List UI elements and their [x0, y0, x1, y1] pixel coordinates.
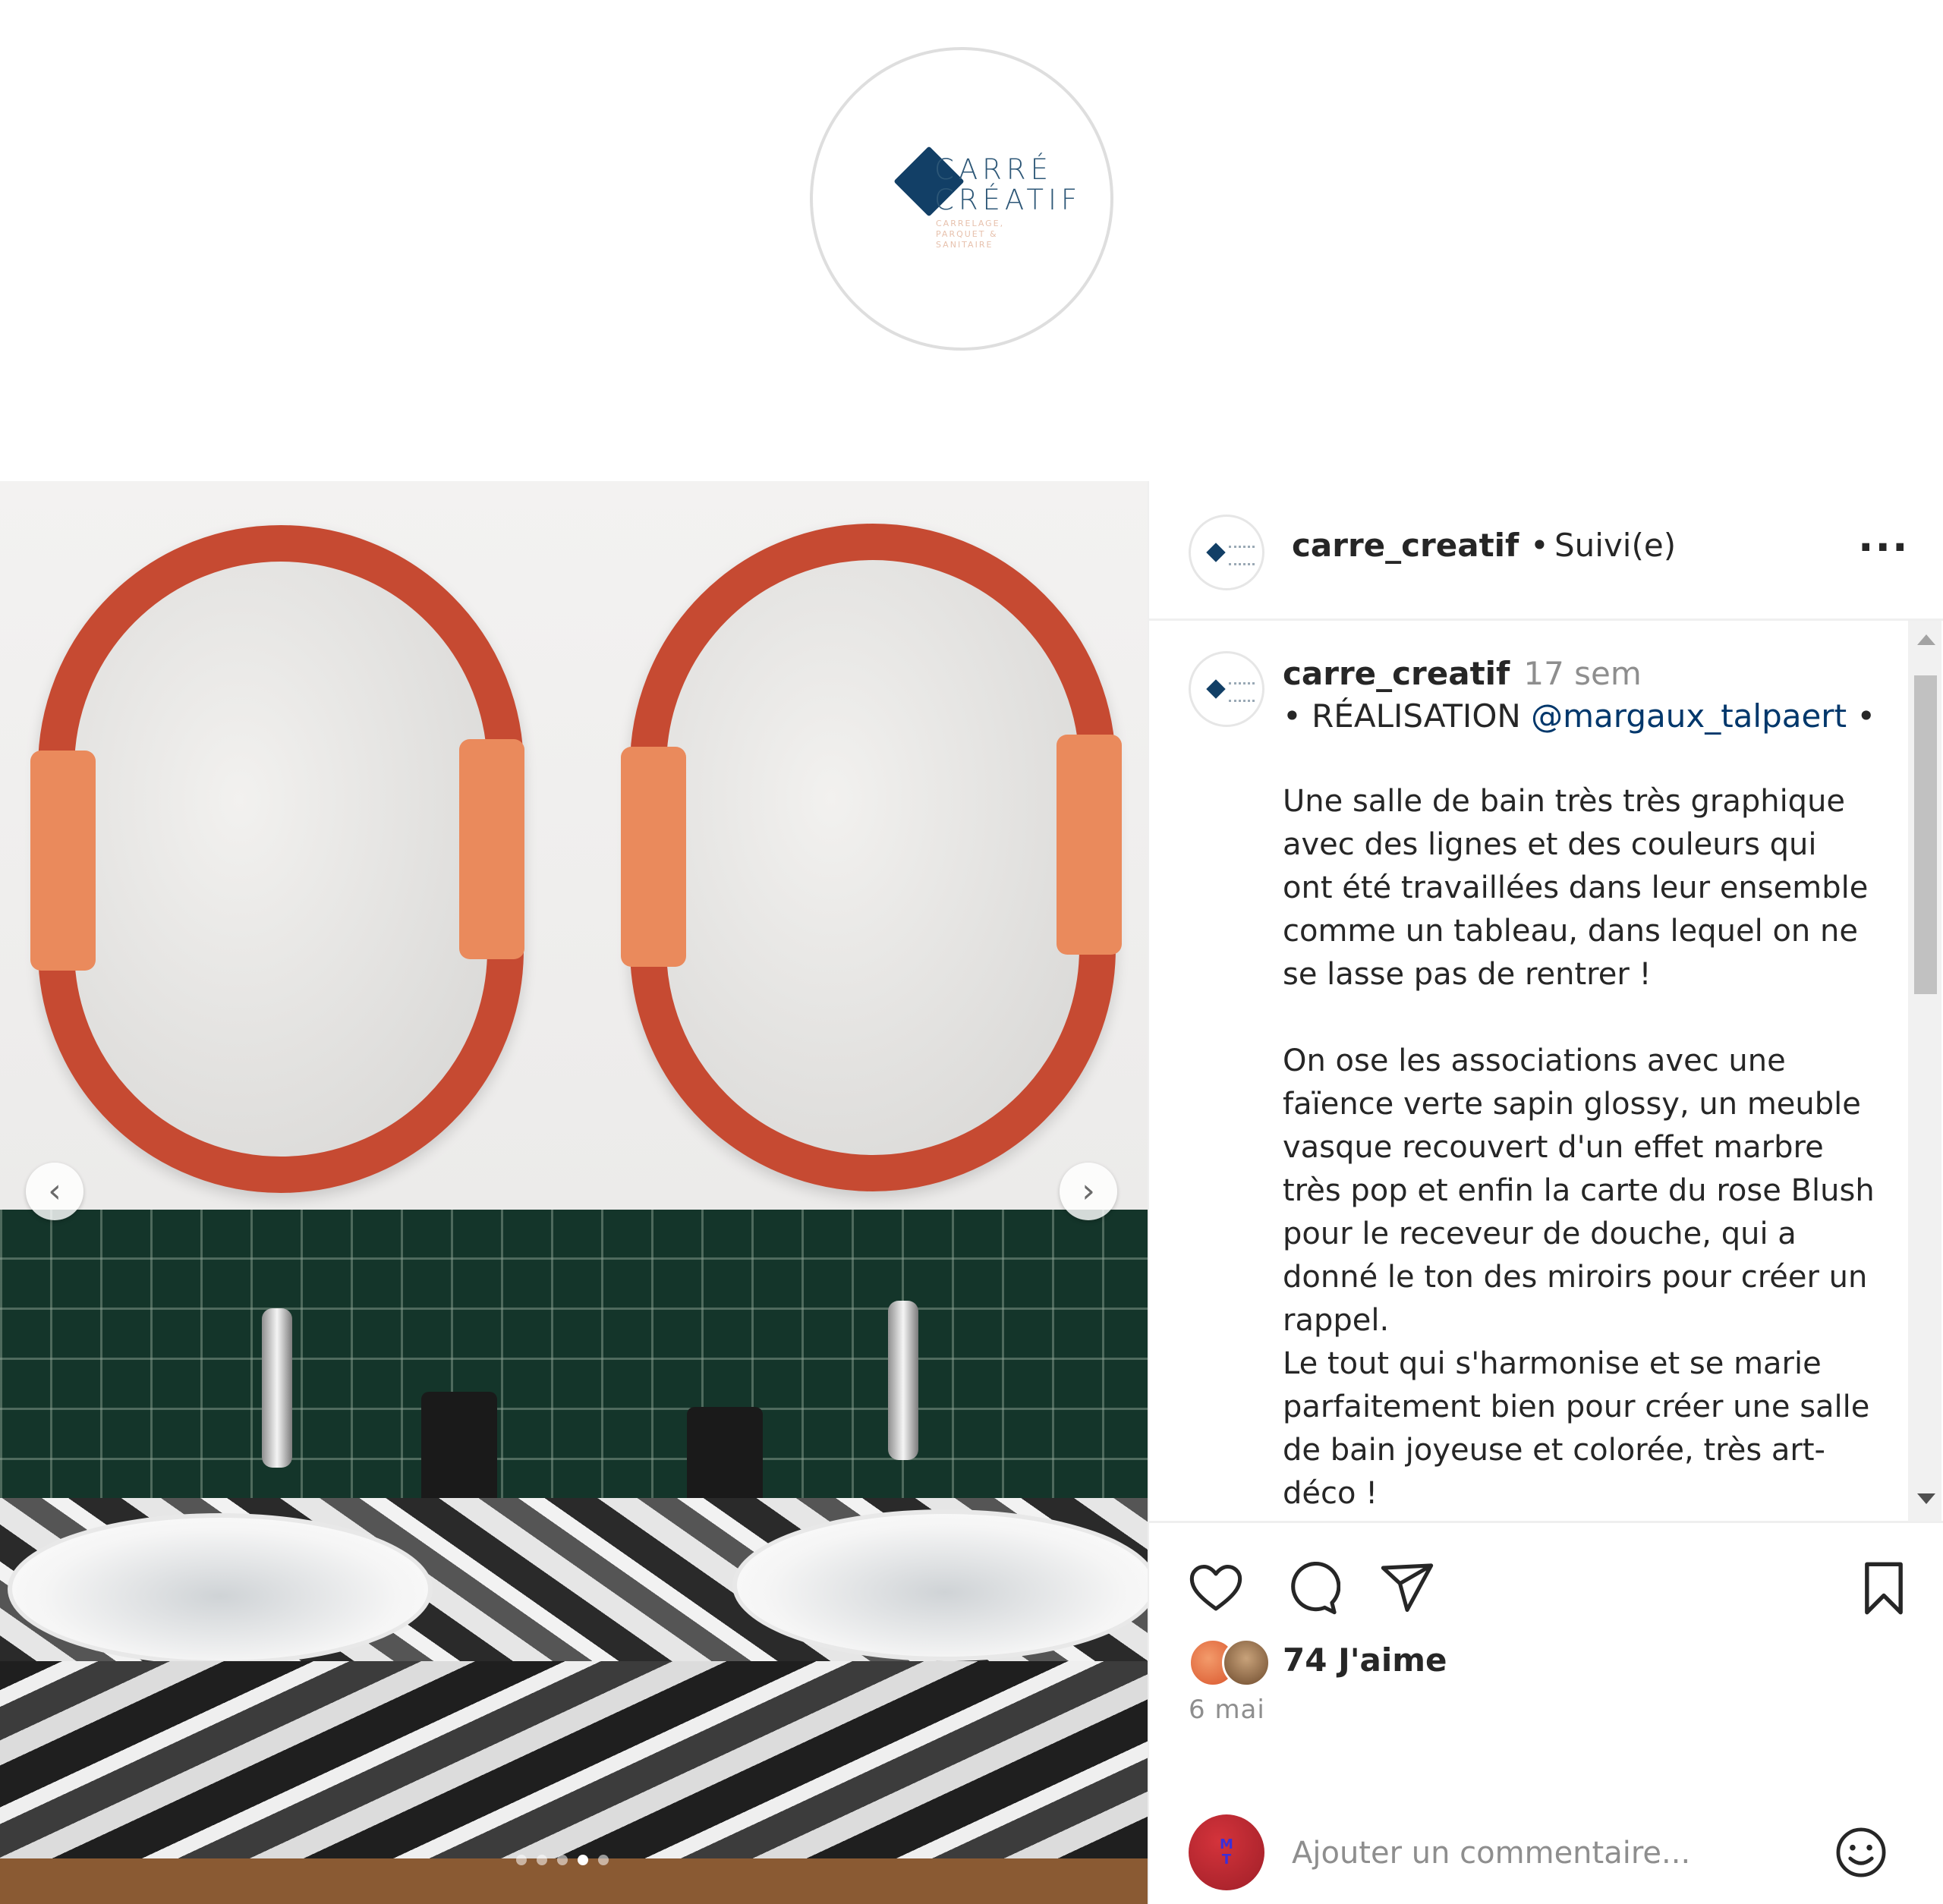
comment-input[interactable]	[1292, 1827, 1823, 1880]
brand-logo: CARRÉ CRÉATIF CARRELAGE, PARQUET & SANIT…	[810, 47, 1113, 351]
caption-title: • RÉALISATION @margaux_talpaert •	[1283, 695, 1875, 738]
photo-faucet-left	[262, 1308, 292, 1468]
caption-title-suffix: •	[1847, 697, 1876, 735]
photo-mirror-clip	[621, 747, 686, 967]
mention-link[interactable]: @margaux_talpaert	[1531, 697, 1847, 735]
photo-basin-left	[8, 1513, 433, 1665]
follow-status-button[interactable]: Suivi(e)	[1554, 527, 1676, 564]
carousel-dot-active	[578, 1855, 588, 1865]
caption-body: Une salle de bain très très graphique av…	[1283, 780, 1875, 1521]
photo-mirror-right	[630, 524, 1116, 1191]
more-options-icon[interactable]: ...	[1858, 513, 1910, 561]
photo-mirror-left	[38, 525, 524, 1193]
photo-faucet-right	[888, 1301, 918, 1460]
heart-icon[interactable]	[1187, 1559, 1245, 1617]
chevron-right-icon: ›	[1082, 1172, 1095, 1210]
liker-avatar	[1222, 1638, 1271, 1687]
caption-author-avatar[interactable]	[1189, 651, 1264, 727]
chevron-left-icon: ‹	[48, 1172, 61, 1210]
author-username[interactable]: carre_creatif	[1292, 527, 1519, 564]
caption-title-prefix: • RÉALISATION	[1283, 697, 1532, 735]
logo-wordmark: CARRÉ CRÉATIF	[934, 155, 1082, 216]
carousel-indicator	[516, 1855, 609, 1865]
caption-paragraph-3: Le tout qui s'harmonise et se marie parf…	[1283, 1346, 1870, 1511]
comment-composer: M T	[1149, 1787, 1943, 1904]
caption-header: carre_creatif 17 sem	[1283, 653, 1642, 695]
caption-scroll-area[interactable]: carre_creatif 17 sem • RÉALISATION @marga…	[1149, 621, 1943, 1521]
caption-paragraph-1: Une salle de bain très très graphique av…	[1283, 784, 1869, 992]
scroll-down-arrow-icon[interactable]	[1917, 1493, 1935, 1504]
comment-bubble-icon[interactable]	[1283, 1559, 1340, 1617]
author-avatar[interactable]	[1189, 515, 1264, 590]
post-image-carousel[interactable]	[0, 481, 1148, 1904]
photo-mirror-clip	[459, 739, 524, 959]
logo-tagline: CARRELAGE, PARQUET & SANITAIRE	[936, 219, 1005, 250]
carousel-next-button[interactable]: ›	[1060, 1163, 1117, 1220]
post-date: 6 mai	[1189, 1695, 1265, 1725]
photo-basin-right	[732, 1509, 1148, 1661]
caption-scrollbar[interactable]	[1908, 621, 1941, 1521]
caption-paragraph-2: On ose les associations avec une faïence…	[1283, 1043, 1875, 1338]
paper-plane-icon[interactable]	[1378, 1559, 1436, 1617]
likers-avatars[interactable]	[1189, 1638, 1280, 1687]
carousel-dot	[557, 1855, 568, 1865]
scroll-up-arrow-icon[interactable]	[1917, 634, 1935, 645]
photo-mirror-clip	[30, 751, 96, 971]
smiley-icon[interactable]	[1832, 1824, 1890, 1881]
post-actions: 74 J'aime 6 mai M T	[1149, 1521, 1943, 1904]
likes-count[interactable]: 74 J'aime	[1283, 1641, 1447, 1679]
instagram-post-page: CARRÉ CRÉATIF CARRELAGE, PARQUET & SANIT…	[0, 0, 1943, 1904]
carousel-dot	[516, 1855, 527, 1865]
header-separator: •	[1530, 527, 1549, 564]
current-user-initials: M T	[1220, 1836, 1233, 1868]
photo-mirror-clip	[1057, 735, 1122, 955]
carousel-dot	[598, 1855, 609, 1865]
logo-line-2: CRÉATIF	[934, 184, 1082, 216]
caption-username[interactable]: carre_creatif	[1283, 655, 1510, 692]
scrollbar-thumb[interactable]	[1914, 675, 1937, 994]
carousel-dot	[537, 1855, 547, 1865]
logo-line-1: CARRÉ	[934, 153, 1053, 186]
photo-wood-edge	[0, 1858, 1148, 1904]
current-user-avatar: M T	[1189, 1814, 1264, 1890]
post-header: carre_creatif • Suivi(e) ...	[1149, 481, 1943, 621]
caption-time: 17 sem	[1523, 655, 1642, 692]
post-sidebar: carre_creatif • Suivi(e) ... carre_creat…	[1148, 481, 1943, 1904]
carousel-prev-button[interactable]: ‹	[26, 1163, 83, 1220]
photo-marble-front	[0, 1661, 1148, 1858]
bookmark-icon[interactable]	[1855, 1559, 1913, 1617]
